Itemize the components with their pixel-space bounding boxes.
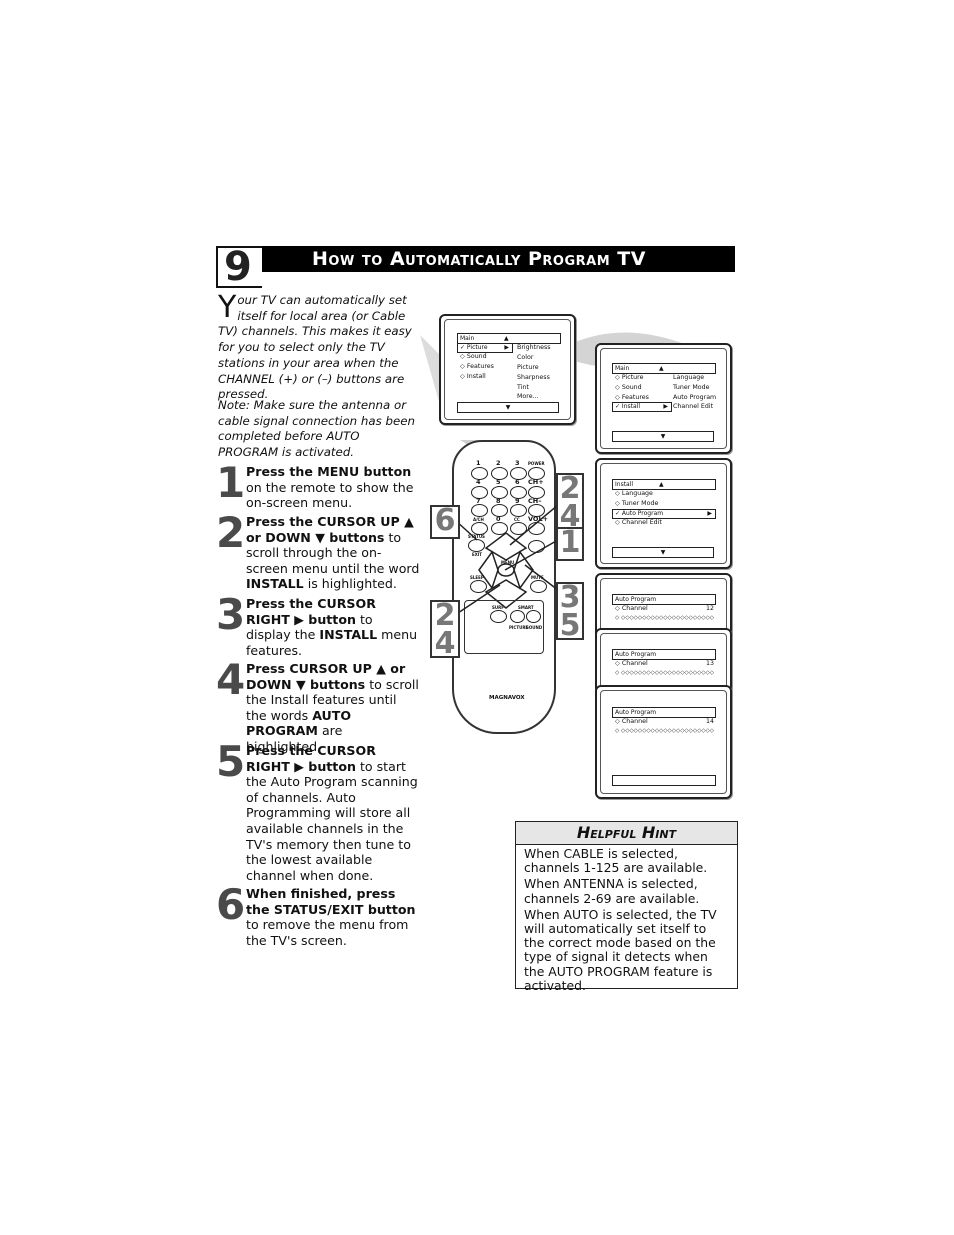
- down-arrow-icon: ▼: [505, 404, 511, 411]
- section-title: How to Automatically Program TV: [312, 248, 646, 270]
- menu-highlight: ✓ Install ▶: [612, 402, 672, 412]
- right-arrow-icon: ▶: [504, 344, 509, 351]
- menu-item: ◇ Language: [615, 490, 653, 497]
- menu-item: ◇ Features: [460, 363, 494, 370]
- up-arrow-icon: ▲: [504, 335, 509, 342]
- tv-screen-main-install: Main ▲ ◇ Picture ◇ Sound ◇ Features ✓ Ins…: [595, 343, 732, 454]
- step-2: 2 Press the CURSOR UP ▲ or DOWN ▼ buttons…: [216, 508, 421, 592]
- down-arrow-icon: ▼: [660, 433, 666, 440]
- callout-line: [509, 504, 559, 546]
- step-bold: When finished, press the STATUS/EXIT but…: [246, 886, 416, 917]
- key-label: 2: [496, 459, 501, 467]
- callout-2-4: 2 4: [556, 473, 584, 532]
- menu-item: ◇ Channel Edit: [615, 519, 662, 526]
- intro-text: our TV can automatically set itself for …: [218, 293, 412, 402]
- step-bold: Press the MENU button: [246, 464, 412, 479]
- key-label: 1: [476, 459, 481, 467]
- menu-item: ✓ Auto Program: [615, 510, 664, 517]
- submenu-item: Picture: [517, 364, 539, 371]
- callout-line: [504, 539, 559, 571]
- step-1: 1 Press the MENU button on the remote to …: [216, 458, 421, 511]
- callout-2-4-lower: 2 4: [430, 600, 460, 659]
- menu-item: ◇ Sound: [460, 353, 487, 360]
- section-number: 9: [224, 244, 252, 290]
- submenu-item: Sharpness: [517, 374, 550, 381]
- callout-3-5: 3 5: [556, 582, 584, 641]
- submenu-item: Language: [673, 374, 705, 381]
- menu-item: ◇ Sound: [615, 384, 642, 391]
- step-number: 4: [216, 655, 246, 704]
- key-label: POWER: [528, 461, 545, 466]
- step-text: to start the Auto Program scanning of ch…: [246, 758, 418, 883]
- step-number: 6: [216, 880, 246, 929]
- step-bold: INSTALL: [246, 576, 304, 592]
- brand-logo: MAGNAVOX: [489, 695, 525, 701]
- step-number: 5: [216, 737, 246, 786]
- menu-item: ◇ Install: [460, 373, 486, 380]
- menu-bottom-bar: ▼: [612, 431, 714, 442]
- menu-bottom-bar: ▼: [457, 402, 559, 413]
- scan-progress: ◇ ◇◇◇◇◇◇◇◇◇◇◇◇◇◇◇◇◇◇◇◇◇◇: [615, 615, 715, 621]
- hint-paragraph: When ANTENNA is selected, channels 2-69 …: [524, 876, 700, 906]
- tv-screen-main-picture: Main ▲ ✓ Picture ▶ ◇ Sound ◇ Features ◇ In…: [439, 314, 576, 425]
- menu-title: Install: [615, 481, 634, 488]
- menu-item: ✓ Install: [615, 403, 640, 410]
- step-number: 1: [216, 458, 246, 507]
- hint-paragraph: When CABLE is selected, channels 1-125 a…: [524, 846, 708, 876]
- intro-paragraph: Your TV can automatically set itself for…: [218, 293, 423, 403]
- tv-screen-auto-program-14: Auto Program ◇ Channel 14 ◇ ◇◇◇◇◇◇◇◇◇◇◇◇…: [595, 685, 732, 799]
- step-number: 2: [216, 508, 246, 557]
- step-text: is highlighted.: [303, 576, 397, 592]
- note-paragraph: Note: Make sure the antenna or cable sig…: [218, 398, 415, 459]
- step-text: to remove the menu from the TV's screen.: [246, 917, 409, 948]
- channel-number: 12: [706, 605, 715, 612]
- step-6: 6 When finished, press the STATUS/EXIT bu…: [216, 880, 421, 948]
- scan-progress: ◇ ◇◇◇◇◇◇◇◇◇◇◇◇◇◇◇◇◇◇◇◇◇◇: [615, 728, 715, 734]
- submenu-item: Color: [517, 354, 534, 361]
- channel-number: 14: [706, 718, 715, 725]
- step-bold: INSTALL: [319, 627, 378, 643]
- hint-title: Helpful Hint: [516, 822, 737, 845]
- callout-6: 6: [430, 505, 460, 539]
- channel-label: ◇ Channel: [615, 605, 648, 612]
- callout-line: [454, 584, 501, 616]
- section-number-box: 9: [216, 244, 262, 290]
- key-label: 3: [515, 459, 520, 467]
- step-3: 3 Press the CURSOR RIGHT ▶ button to disp…: [216, 590, 421, 658]
- menu-title: Main: [615, 365, 630, 372]
- section-title-bar: How to Automatically Program TV: [262, 246, 735, 272]
- callout-1: 1: [556, 527, 584, 561]
- submenu-item: Channel Edit: [673, 403, 714, 410]
- step-4: 4 Press CURSOR UP ▲ or DOWN ▼ buttons to …: [216, 655, 421, 755]
- submenu-item: Tuner Mode: [673, 384, 710, 391]
- menu-item: ✓ Picture: [460, 344, 488, 351]
- down-arrow-icon: ▼: [660, 549, 666, 556]
- submenu-item: More...: [517, 393, 539, 400]
- menu-bottom-bar: ▼: [612, 547, 714, 558]
- menu-item: ◇ Tuner Mode: [615, 500, 659, 507]
- step-number: 3: [216, 590, 246, 639]
- up-arrow-icon: ▲: [659, 365, 664, 372]
- menu-title: Main: [460, 335, 475, 342]
- submenu-item: Brightness: [517, 344, 551, 351]
- channel-number: 13: [706, 660, 715, 667]
- callout-line: [524, 564, 559, 591]
- up-arrow-icon: ▲: [659, 481, 664, 488]
- channel-label: ◇ Channel: [615, 660, 648, 667]
- right-arrow-icon: ▶: [663, 403, 668, 410]
- menu-item: ◇ Picture: [615, 374, 644, 381]
- drop-cap: Y: [218, 290, 237, 325]
- channel-label: ◇ Channel: [615, 718, 648, 725]
- right-arrow-icon: ▶: [707, 510, 712, 517]
- arc-shape: [420, 335, 440, 405]
- menu-bottom-bar: [612, 775, 716, 786]
- step-text: on the remote to show the on-screen menu…: [246, 479, 414, 511]
- helpful-hint-box: Helpful Hint When CABLE is selected, cha…: [515, 821, 738, 992]
- hint-paragraph: When AUTO is selected, the TV will autom…: [524, 906, 717, 993]
- step-5: 5 Press the CURSOR RIGHT ▶ button to star…: [216, 737, 421, 883]
- scan-progress: ◇ ◇◇◇◇◇◇◇◇◇◇◇◇◇◇◇◇◇◇◇◇◇◇: [615, 670, 715, 676]
- tv-screen-install: Install ▲ ◇ Language ◇ Tuner Mode ✓ Auto …: [595, 458, 732, 569]
